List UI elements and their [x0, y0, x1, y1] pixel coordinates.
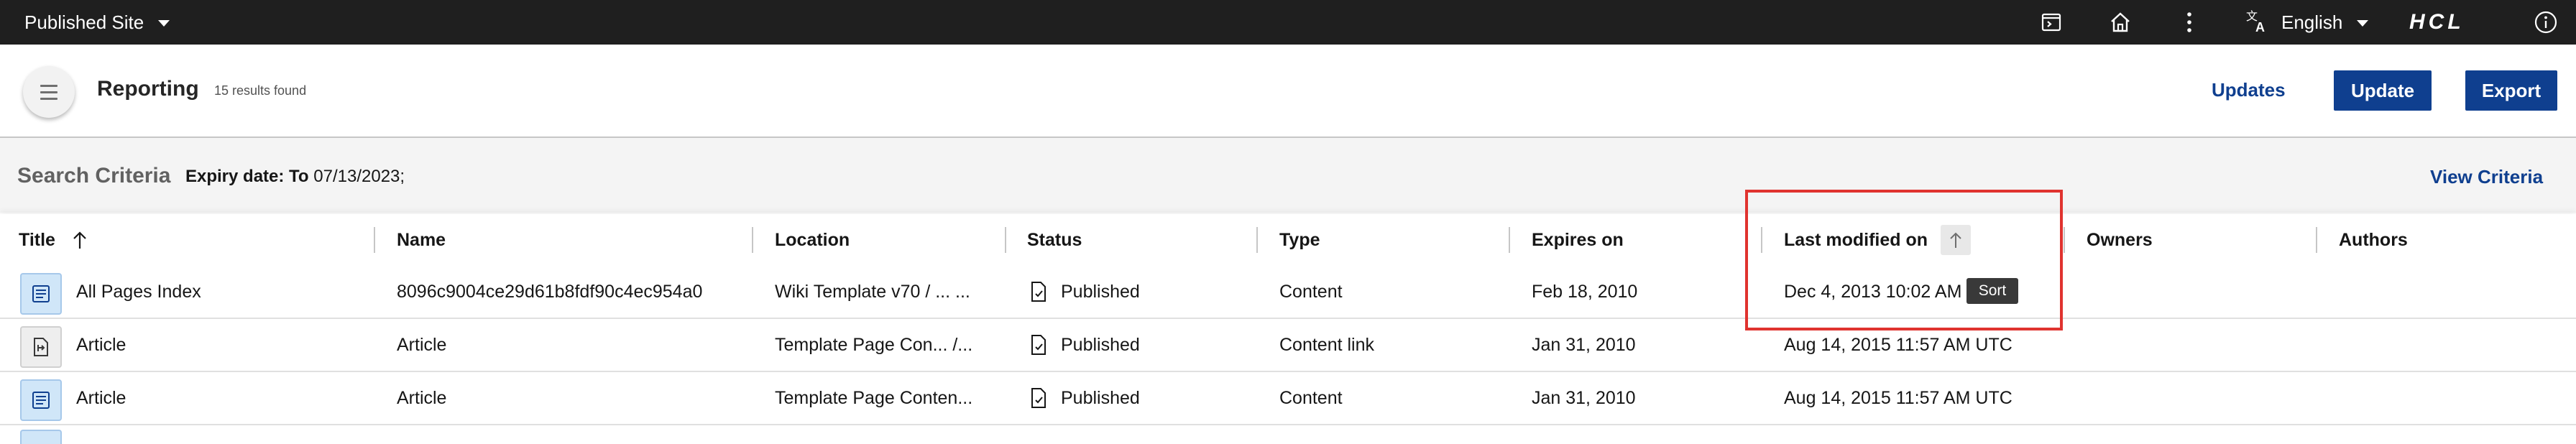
search-criteria-title: Search Criteria — [17, 164, 171, 188]
criteria-label: Expiry date: To — [185, 167, 309, 186]
cell-last-modified: Aug 14, 2015 11:57 AM UTC — [1784, 387, 2012, 408]
cell-name: 8096c9004ce29d61b8fdf90c4ec954a0 — [397, 281, 703, 302]
svg-text:A: A — [2255, 20, 2265, 33]
column-header-name[interactable]: Name — [397, 214, 446, 266]
content-item-icon — [20, 379, 62, 421]
published-icon — [1029, 387, 1048, 409]
cell-status: Published — [1029, 372, 1140, 424]
translate-icon: 文A — [2245, 9, 2270, 37]
update-button[interactable]: Update — [2334, 70, 2432, 111]
column-divider — [1256, 227, 1258, 253]
column-header-owners[interactable]: Owners — [2087, 214, 2153, 266]
cell-status: Published — [1029, 319, 1140, 371]
page-title: Reporting — [97, 77, 199, 101]
column-divider — [1005, 227, 1006, 253]
cell-type: Content — [1279, 387, 1343, 408]
cell-title[interactable]: All Pages Index — [76, 266, 201, 318]
cell-name: Article — [397, 387, 447, 408]
page-header: Reporting 15 results found Updates Updat… — [0, 45, 2576, 138]
chevron-down-icon — [2357, 20, 2369, 27]
language-label: English — [2281, 11, 2343, 33]
cell-location: Template Page Con... /... — [775, 334, 973, 355]
criteria-value: 07/13/2023; — [313, 167, 405, 186]
column-divider — [1509, 227, 1510, 253]
table-row[interactable]: Article Article Template Page Con... /..… — [0, 319, 2576, 372]
column-header-authors[interactable]: Authors — [2339, 214, 2408, 266]
published-icon — [1029, 281, 1048, 302]
table-row-partial[interactable] — [0, 422, 2576, 444]
home-icon[interactable] — [2107, 9, 2133, 35]
info-icon[interactable] — [2533, 9, 2559, 35]
status-label: Published — [1061, 281, 1140, 302]
export-button[interactable]: Export — [2465, 70, 2557, 111]
cell-location: Template Page Conten... — [775, 387, 973, 408]
hcl-logo: HCL — [2409, 10, 2465, 34]
updates-button[interactable]: Updates — [2212, 79, 2286, 101]
cell-status: Published — [1029, 266, 1140, 318]
preview-icon[interactable] — [2038, 9, 2064, 35]
site-selector-label: Published Site — [24, 11, 144, 33]
cell-title[interactable]: Article — [76, 319, 126, 371]
top-bar: Published Site 文A English HCL — [0, 0, 2576, 45]
column-label: Title — [19, 229, 55, 250]
sort-ascending-icon[interactable] — [67, 227, 93, 253]
annotation-highlight-box — [1745, 190, 2063, 330]
content-link-icon — [20, 326, 62, 368]
site-selector-dropdown[interactable]: Published Site — [24, 0, 170, 45]
cell-expires: Jan 31, 2010 — [1532, 387, 1636, 408]
table-row[interactable]: Article Article Template Page Conten... … — [0, 372, 2576, 425]
status-label: Published — [1061, 334, 1140, 355]
published-icon — [1029, 334, 1048, 356]
column-header-title[interactable]: Title — [19, 214, 93, 266]
view-criteria-link[interactable]: View Criteria — [2430, 166, 2543, 188]
table-header: Title Name Location Status Type Expires … — [0, 214, 2576, 268]
hamburger-menu-button[interactable] — [23, 66, 75, 118]
cell-title[interactable]: Article — [76, 372, 126, 424]
content-item-icon — [20, 273, 62, 315]
cell-location: Wiki Template v70 / ... ... — [775, 281, 970, 302]
content-item-icon — [20, 430, 62, 444]
cell-type: Content — [1279, 281, 1343, 302]
criteria-summary: Expiry date: To 07/13/2023; — [185, 167, 405, 187]
column-header-expires-on[interactable]: Expires on — [1532, 214, 1624, 266]
column-divider — [752, 227, 753, 253]
chevron-down-icon — [158, 20, 170, 27]
overflow-menu-icon[interactable] — [2176, 9, 2202, 35]
column-divider — [374, 227, 375, 253]
status-label: Published — [1061, 387, 1140, 408]
cell-expires: Feb 18, 2010 — [1532, 281, 1638, 302]
cell-name: Article — [397, 334, 447, 355]
cell-type: Content link — [1279, 334, 1375, 355]
column-header-location[interactable]: Location — [775, 214, 850, 266]
column-header-status[interactable]: Status — [1027, 214, 1082, 266]
column-header-type[interactable]: Type — [1279, 214, 1320, 266]
search-criteria-bar: Search Criteria Expiry date: To 07/13/20… — [0, 138, 2576, 213]
language-selector[interactable]: 文A English — [2245, 0, 2369, 45]
table-row[interactable]: All Pages Index 8096c9004ce29d61b8fdf90c… — [0, 266, 2576, 319]
column-divider — [2316, 227, 2317, 253]
results-count: 15 results found — [214, 83, 307, 98]
column-divider — [2064, 227, 2065, 253]
cell-expires: Jan 31, 2010 — [1532, 334, 1636, 355]
